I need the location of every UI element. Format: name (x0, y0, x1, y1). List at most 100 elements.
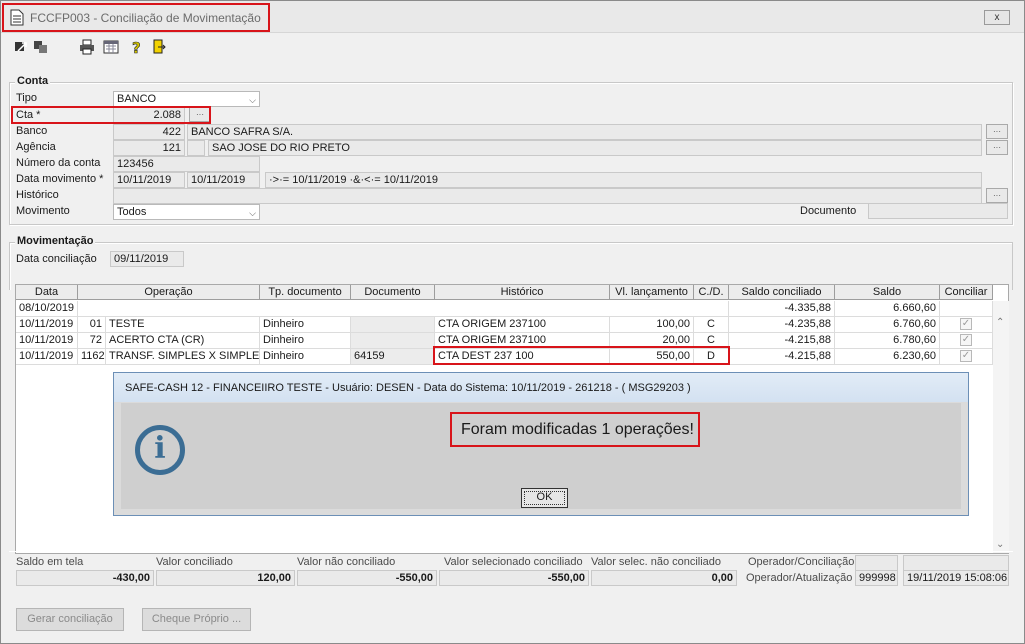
valor-sel-nao-value: 0,00 (591, 570, 737, 586)
cell-saldo[interactable]: 6.760,60 (835, 317, 940, 333)
cell-data[interactable]: 10/11/2019 (16, 317, 78, 333)
cell-op-name[interactable]: TESTE (106, 317, 260, 333)
cell-data[interactable]: 10/11/2019 (16, 349, 78, 365)
banco-code-field[interactable]: 422 (113, 124, 185, 140)
agencia-name-field: SAO JOSE DO RIO PRETO (208, 140, 982, 156)
grid-scrollbar[interactable]: ⌃ ⌄ (993, 301, 1009, 553)
cell-conciliar[interactable]: ✓ (940, 349, 993, 365)
cta-highlight (11, 106, 211, 124)
conta-title: Conta (15, 75, 51, 87)
movimentacao-title: Movimentação (15, 235, 96, 247)
conciliar-checkbox[interactable]: ✓ (960, 350, 972, 363)
cell-documento[interactable] (351, 333, 435, 349)
cell-conciliar[interactable]: ✓ (940, 333, 993, 349)
col-header-historico[interactable]: Histórico (435, 285, 610, 300)
conciliar-checkbox[interactable]: ✓ (960, 318, 972, 331)
cell-tp-documento[interactable]: Dinheiro (260, 317, 351, 333)
cell-saldo[interactable]: 6.660,60 (835, 301, 940, 317)
cheque-proprio-button[interactable]: Cheque Próprio ... (142, 608, 251, 631)
ok-button[interactable]: OK (521, 488, 568, 508)
close-button[interactable]: x (984, 10, 1010, 25)
help-icon[interactable]: ? (128, 39, 144, 55)
cell-op-code[interactable]: 1162 (78, 349, 106, 365)
operador-atualizacao-label: Operador/Atualização (746, 572, 853, 584)
conciliar-checkbox[interactable]: ✓ (960, 334, 972, 347)
cell-historico[interactable]: CTA ORIGEM 237100 (435, 317, 610, 333)
cell-op-code[interactable]: 72 (78, 333, 106, 349)
cell-op-name[interactable]: ACERTO CTA (CR) (106, 333, 260, 349)
operador-conciliacao-user (855, 555, 898, 571)
cell-saldo[interactable]: 6.230,60 (835, 349, 940, 365)
scroll-up-icon[interactable]: ⌃ (996, 317, 1004, 328)
col-header-operacao[interactable]: Operação (78, 285, 260, 300)
cell-documento[interactable]: 64159 (351, 349, 435, 365)
col-header-saldo-conciliado[interactable]: Saldo conciliado (729, 285, 835, 300)
movimento-label: Movimento (16, 205, 70, 217)
banco-lookup-icon[interactable]: ··· (986, 124, 1008, 139)
cell-saldo-conciliado[interactable]: -4.215,88 (729, 333, 835, 349)
col-header-conciliar[interactable]: Conciliar (940, 285, 993, 300)
cell-data[interactable]: 08/10/2019 (16, 301, 78, 317)
dialog-title: SAFE-CASH 12 - FINANCEIIRO TESTE - Usuár… (114, 373, 968, 402)
info-icon: i (135, 425, 185, 475)
valor-conciliado-value: 120,00 (156, 570, 295, 586)
cell-op-name[interactable]: TRANSF. SIMPLES X SIMPLES (106, 349, 260, 365)
col-header-saldo[interactable]: Saldo (835, 285, 940, 300)
cell-saldo-conciliado[interactable]: -4.215,88 (729, 349, 835, 365)
cell-tp-documento[interactable]: Dinheiro (260, 333, 351, 349)
data-movimento-to[interactable]: 10/11/2019 (187, 172, 260, 188)
valor-sel-conciliado-label: Valor selecionado conciliado (444, 556, 583, 568)
col-header-cd[interactable]: C./D. (694, 285, 729, 300)
title-highlight (2, 3, 270, 32)
cell-blank (78, 301, 729, 317)
tipo-select[interactable]: BANCO ⌵ (113, 91, 260, 107)
agencia-code-field[interactable]: 121 (113, 140, 185, 156)
col-header-tp-documento[interactable]: Tp. documento (260, 285, 351, 300)
banco-label: Banco (16, 125, 48, 137)
col-header-documento[interactable]: Documento (351, 285, 435, 300)
col-header-valor[interactable]: Vl. lançamento (610, 285, 694, 300)
valor-nao-conciliado-value: -550,00 (297, 570, 437, 586)
cell-cd[interactable]: C (694, 317, 729, 333)
cell-op-code[interactable]: 01 (78, 317, 106, 333)
data-conciliacao-label: Data conciliação (16, 253, 97, 265)
valor-sel-conciliado-value: -550,00 (439, 570, 589, 586)
valor-sel-nao-label: Valor selec. não conciliado (591, 556, 722, 568)
data-movimento-label: Data movimento * (16, 173, 104, 185)
import-icon[interactable] (33, 39, 49, 55)
cell-data[interactable]: 10/11/2019 (16, 333, 78, 349)
chevron-down-icon: ⌵ (249, 208, 256, 218)
agencia-digit-field (187, 140, 205, 156)
gerar-conciliacao-button[interactable]: Gerar conciliação (16, 608, 124, 631)
tipo-label: Tipo (16, 92, 37, 104)
cell-tp-documento[interactable]: Dinheiro (260, 349, 351, 365)
cell-documento[interactable] (351, 317, 435, 333)
exit-icon[interactable] (151, 39, 167, 55)
export-icon[interactable] (13, 39, 29, 55)
documento-field[interactable] (868, 203, 1008, 219)
cell-conciliar[interactable]: ✓ (940, 317, 993, 333)
cell-conciliar (940, 301, 993, 317)
historico-lookup-icon[interactable]: ··· (986, 188, 1008, 203)
col-header-data[interactable]: Data (16, 285, 78, 300)
saldo-tela-value: -430,00 (16, 570, 154, 586)
cell-valor[interactable]: 100,00 (610, 317, 694, 333)
cell-saldo[interactable]: 6.780,60 (835, 333, 940, 349)
chevron-down-icon: ⌵ (249, 95, 256, 105)
cell-saldo-conciliado[interactable]: -4.335,88 (729, 301, 835, 317)
data-conciliacao-field[interactable]: 09/11/2019 (110, 251, 184, 267)
scroll-down-icon[interactable]: ⌄ (996, 539, 1004, 550)
historico-field[interactable] (113, 188, 982, 204)
print-icon[interactable] (79, 39, 95, 55)
agencia-lookup-icon[interactable]: ··· (986, 140, 1008, 155)
calculator-icon[interactable] (103, 39, 119, 55)
operador-conciliacao-label: Operador/Conciliação (748, 556, 855, 568)
documento-label: Documento (800, 205, 857, 217)
numero-conta-field: 123456 (113, 156, 260, 172)
operador-conciliacao-time (903, 555, 1009, 571)
movimento-select[interactable]: Todos ⌵ (113, 204, 260, 220)
cell-saldo-conciliado[interactable]: -4.235,88 (729, 317, 835, 333)
valor-conciliado-label: Valor conciliado (156, 556, 233, 568)
message-highlight (450, 412, 700, 447)
data-movimento-from[interactable]: 10/11/2019 (113, 172, 185, 188)
